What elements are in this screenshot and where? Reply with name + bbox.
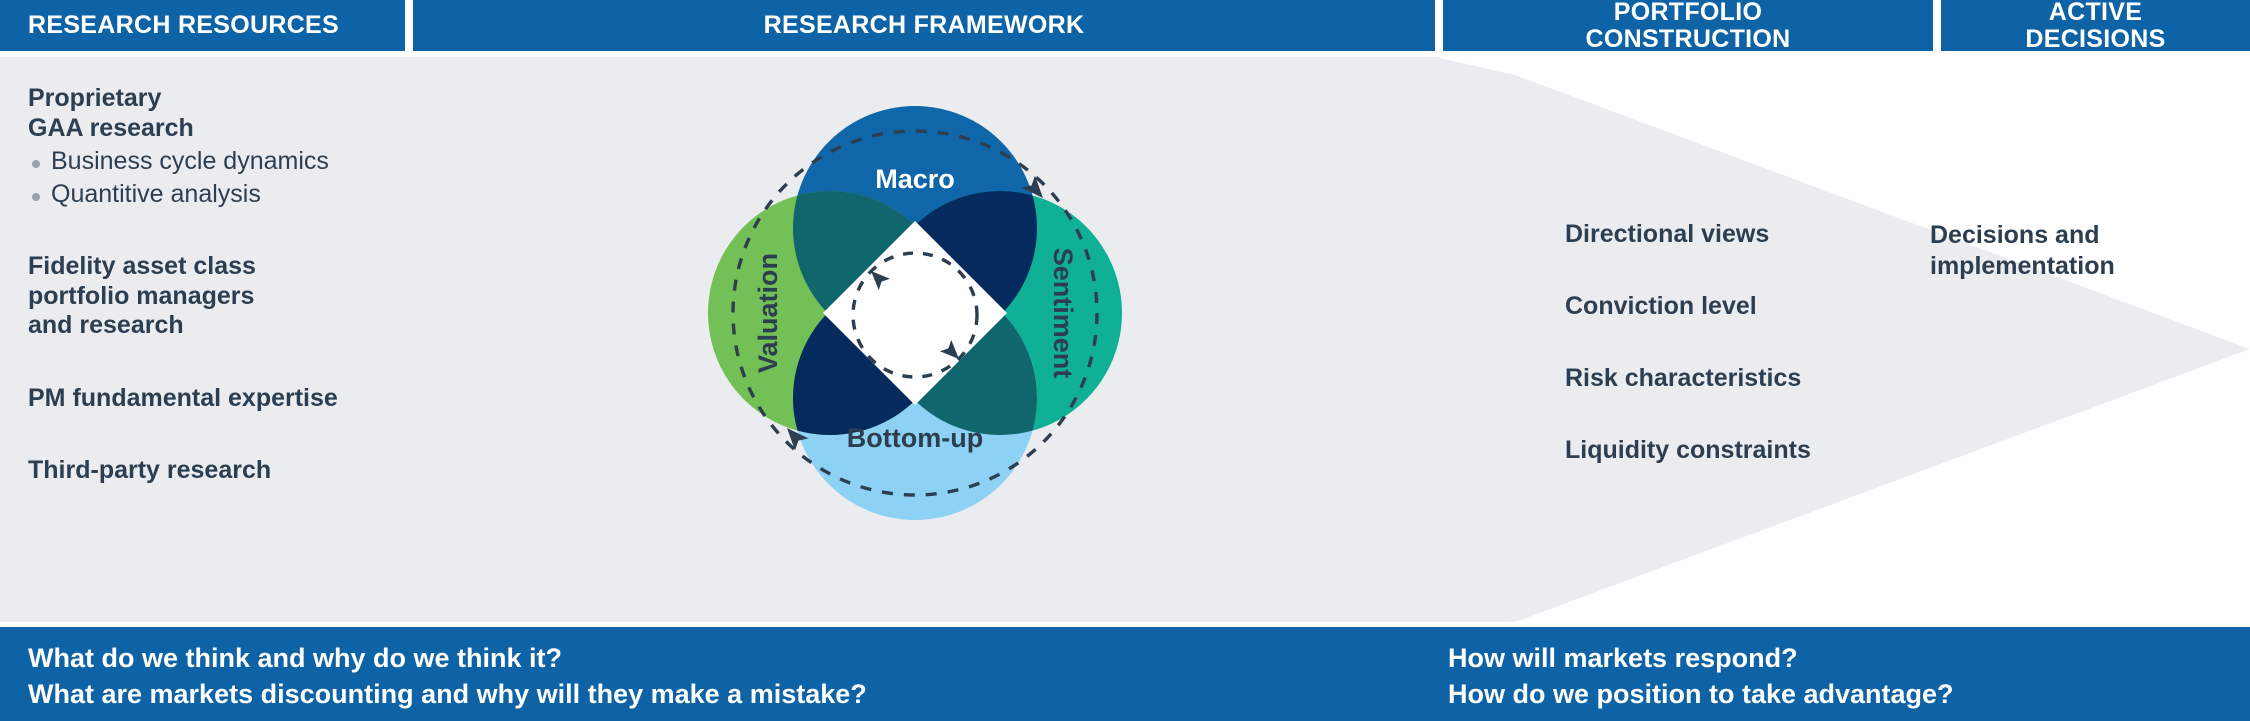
header-research-resources-label: RESEARCH RESOURCES [28, 11, 340, 39]
research-resources-list: Proprietary GAA research Business cycle … [28, 84, 428, 488]
bottom-question-bar: What do we think and why do we think it?… [0, 627, 2250, 721]
header-divider-1 [405, 0, 413, 51]
list-item: Business cycle dynamics [28, 147, 428, 177]
list-item: Directional views [1565, 220, 1770, 248]
header-research-framework-label: RESEARCH FRAMEWORK [763, 11, 1085, 39]
venn-label-valuation: Valuation [753, 253, 783, 373]
research-resource-heading-line1: PM fundamental expertise [28, 383, 338, 412]
research-resource-block: Fidelity asset class portfolio managers … [28, 252, 428, 341]
research-resource-heading-line3: and research [28, 311, 184, 339]
venn-label-sentiment: Sentiment [1048, 248, 1078, 379]
active-decisions-line2: implementation [1930, 251, 2115, 280]
bottom-right-line2: How do we position to take advantage? [1448, 678, 1954, 709]
list-item: Risk characteristics [1565, 364, 1802, 392]
list-item: Conviction level [1565, 292, 1757, 320]
active-decisions-text: Decisions and implementation [1930, 220, 2250, 281]
research-resource-heading: Proprietary GAA research [28, 84, 428, 143]
bottom-left-line1: What do we think and why do we think it? [28, 643, 562, 673]
bottom-bar-left-questions: What do we think and why do we think it?… [28, 641, 867, 712]
portfolio-construction-list: Directional views Conviction level Risk … [1565, 219, 1905, 465]
list-item: Liquidity constraints [1565, 436, 1811, 464]
header-portfolio-line1: PORTFOLIO [1613, 0, 1763, 26]
research-resource-heading-line1: Fidelity asset class [28, 252, 256, 280]
research-resource-block: PM fundamental expertise [28, 384, 428, 414]
bottom-right-line1: How will markets respond? [1448, 643, 1798, 673]
research-resource-heading-line2: portfolio managers [28, 281, 255, 310]
header-portfolio-line2: CONSTRUCTION [1585, 24, 1791, 53]
header-portfolio-construction-label: PORTFOLIO CONSTRUCTION [1586, 0, 1791, 53]
venn-label-macro: Macro [875, 164, 955, 194]
research-resource-heading: Fidelity asset class portfolio managers … [28, 252, 428, 341]
research-resource-heading-line1: Proprietary [28, 84, 162, 112]
list-item: Quantitive analysis [28, 180, 428, 210]
venn-label-bottom-up: Bottom-up [847, 423, 983, 453]
header-bar: RESEARCH RESOURCES RESEARCH FRAMEWORK PO… [0, 0, 2250, 57]
bullet-label: Quantitive analysis [51, 179, 261, 208]
body-area: Proprietary GAA research Business cycle … [0, 57, 2250, 622]
research-resource-heading: Third-party research [28, 456, 428, 486]
active-decisions-line1: Decisions and [1930, 221, 2100, 249]
header-active-decisions[interactable]: ACTIVE DECISIONS [1941, 0, 2250, 53]
research-resource-heading-line1: Third-party research [28, 456, 272, 484]
header-divider-3 [1933, 0, 1941, 51]
header-active-line2: DECISIONS [2025, 24, 2166, 53]
research-resource-block: Proprietary GAA research Business cycle … [28, 84, 428, 209]
header-divider-2 [1435, 0, 1443, 51]
research-resource-heading-line2: GAA research [28, 113, 194, 142]
header-portfolio-construction[interactable]: PORTFOLIO CONSTRUCTION [1443, 0, 1933, 53]
bullet-label: Business cycle dynamics [51, 147, 329, 175]
header-active-line1: ACTIVE [2048, 0, 2143, 26]
venn-svg: Macro Sentiment Bottom-up Valuation [708, 106, 1122, 520]
bottom-left-line2: What are markets discounting and why wil… [28, 678, 867, 709]
header-research-framework[interactable]: RESEARCH FRAMEWORK [413, 0, 1435, 51]
research-framework-venn: Macro Sentiment Bottom-up Valuation [655, 53, 1175, 573]
research-resource-block: Third-party research [28, 456, 428, 486]
bottom-bar-right-questions: How will markets respond? How do we posi… [1448, 641, 1954, 712]
research-resource-heading: PM fundamental expertise [28, 384, 428, 414]
header-active-decisions-label: ACTIVE DECISIONS [2025, 0, 2165, 53]
header-research-resources[interactable]: RESEARCH RESOURCES [0, 0, 405, 51]
research-resource-bullets: Business cycle dynamics Quantitive analy… [28, 147, 428, 209]
